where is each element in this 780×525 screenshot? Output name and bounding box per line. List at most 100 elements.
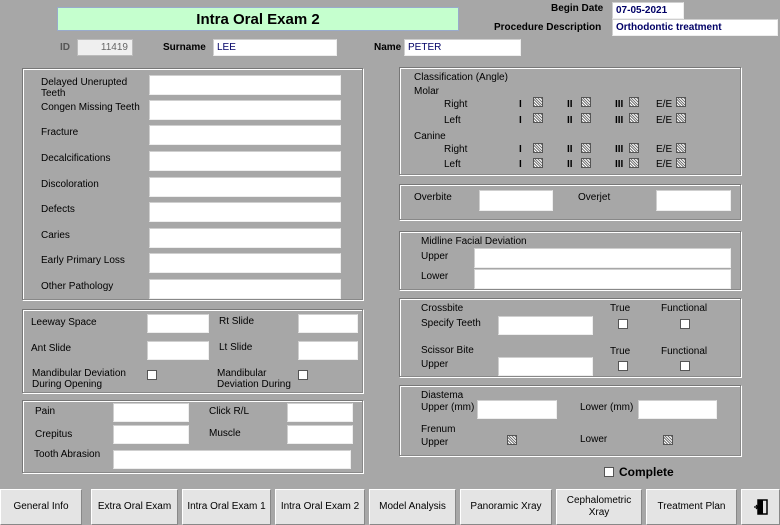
midline-lower-input[interactable] xyxy=(474,269,731,289)
procedure-label: Procedure Description xyxy=(494,22,602,33)
tab-general-info[interactable]: General Info xyxy=(0,489,82,525)
molar-left-class-ii-checkbox[interactable] xyxy=(581,113,591,123)
canine-right-class-ii-checkbox[interactable] xyxy=(581,143,591,153)
congen-missing-input[interactable] xyxy=(149,100,341,120)
molar-left-class-iii-checkbox[interactable] xyxy=(629,113,639,123)
canine-label: Canine xyxy=(414,131,446,142)
canine-left-class-iii-checkbox[interactable] xyxy=(629,158,639,168)
diastema-upper-mm-input[interactable] xyxy=(477,400,557,419)
overjet-input[interactable] xyxy=(656,190,731,211)
canine-right-ee-checkbox[interactable] xyxy=(676,143,686,153)
discoloration-input[interactable] xyxy=(149,177,341,197)
decalcifications-input[interactable] xyxy=(149,151,341,171)
molar-right-ee: E/E xyxy=(656,99,673,110)
canine-right-class-i-checkbox[interactable] xyxy=(533,143,543,153)
frenum-lower-checkbox[interactable] xyxy=(663,435,673,445)
lt-slide-label: Lt Slide xyxy=(219,342,253,353)
diastema-lower-mm-input[interactable] xyxy=(638,400,717,419)
lt-slide-input[interactable] xyxy=(298,341,358,360)
midline-upper-input[interactable] xyxy=(474,248,731,268)
canine-right-ee: E/E xyxy=(656,144,673,155)
scissor-functional-checkbox[interactable] xyxy=(680,361,690,371)
molar-left-class-ii: II xyxy=(567,115,573,126)
caries-input[interactable] xyxy=(149,228,341,248)
muscle-label: Muscle xyxy=(209,428,241,439)
mand-deviation-opening-checkbox[interactable] xyxy=(147,370,157,380)
canine-right-class-iii-checkbox[interactable] xyxy=(629,143,639,153)
crossbite-true-label: True xyxy=(610,303,631,314)
canine-right-class-iii: III xyxy=(615,144,624,155)
specify-teeth-input[interactable] xyxy=(498,316,593,335)
crossbite-functional-checkbox[interactable] xyxy=(680,319,690,329)
exit-button[interactable] xyxy=(741,489,780,525)
crossbite-true-checkbox[interactable] xyxy=(618,319,628,329)
scissor-true-checkbox[interactable] xyxy=(618,361,628,371)
tab-model-analysis[interactable]: Model Analysis xyxy=(369,489,456,525)
molar-left-ee-checkbox[interactable] xyxy=(676,113,686,123)
field-label-defects: Defects xyxy=(41,204,75,215)
page-title: Intra Oral Exam 2 xyxy=(57,7,459,31)
molar-right-class-i-checkbox[interactable] xyxy=(533,97,543,107)
crepitus-input[interactable] xyxy=(113,425,189,444)
tab-cephalometric-xray[interactable]: Cephalometric Xray xyxy=(556,489,642,525)
begin-date-field[interactable]: 07-05-2021 xyxy=(612,2,684,19)
canine-left-class-i-checkbox[interactable] xyxy=(533,158,543,168)
diastema-title: Diastema xyxy=(421,390,464,401)
crossbite-label: Crossbite xyxy=(421,303,464,314)
canine-left-label: Left xyxy=(444,159,461,170)
canine-left-ee-checkbox[interactable] xyxy=(676,158,686,168)
overbite-label: Overbite xyxy=(414,192,452,203)
molar-right-label: Right xyxy=(444,99,468,110)
other-pathology-input[interactable] xyxy=(149,279,341,299)
frenum-upper-checkbox[interactable] xyxy=(507,435,517,445)
frenum-lower-label: Lower xyxy=(580,434,608,445)
rt-slide-input[interactable] xyxy=(298,314,358,333)
tab-extra-oral-exam[interactable]: Extra Oral Exam xyxy=(91,489,178,525)
id-field[interactable]: 11419 xyxy=(77,39,133,56)
fracture-input[interactable] xyxy=(149,125,341,145)
molar-left-class-i: I xyxy=(519,115,522,126)
surname-field[interactable]: LEE xyxy=(213,39,337,56)
tooth-abrasion-input[interactable] xyxy=(113,450,351,469)
crepitus-label: Crepitus xyxy=(35,429,73,440)
frenum-upper-label: Upper xyxy=(421,437,449,448)
leeway-space-input[interactable] xyxy=(147,314,209,333)
midline-lower-label: Lower xyxy=(421,271,449,282)
molar-right-ee-checkbox[interactable] xyxy=(676,97,686,107)
mand-deviation-during-checkbox[interactable] xyxy=(298,370,308,380)
muscle-input[interactable] xyxy=(287,425,353,444)
scissor-upper-input[interactable] xyxy=(498,357,593,376)
tab-intra-oral-exam-2[interactable]: Intra Oral Exam 2 xyxy=(275,489,365,525)
procedure-field[interactable]: Orthodontic treatment xyxy=(612,19,778,36)
name-field[interactable]: PETER xyxy=(404,39,521,56)
mand-deviation-opening-label: Mandibular Deviation During Opening xyxy=(32,368,126,390)
molar-right-class-ii-checkbox[interactable] xyxy=(581,97,591,107)
tab-intra-oral-exam-1[interactable]: Intra Oral Exam 1 xyxy=(182,489,271,525)
early-primary-loss-input[interactable] xyxy=(149,253,341,273)
scissor-bite-label: Scissor Bite xyxy=(421,345,474,356)
id-label: ID xyxy=(60,42,70,53)
tab-panoramic-xray[interactable]: Panoramic Xray xyxy=(460,489,552,525)
field-label-caries: Caries xyxy=(41,230,70,241)
delayed-unerupted-input[interactable] xyxy=(149,75,341,95)
click-rl-input[interactable] xyxy=(287,403,353,422)
specify-teeth-label: Specify Teeth xyxy=(421,318,481,329)
molar-left-class-i-checkbox[interactable] xyxy=(533,113,543,123)
field-label-congen-missing: Congen Missing Teeth xyxy=(41,102,140,113)
pain-input[interactable] xyxy=(113,403,189,422)
molar-right-class-i: I xyxy=(519,99,522,110)
field-label-fracture: Fracture xyxy=(41,127,79,138)
tab-bar: General Info Extra Oral Exam Intra Oral … xyxy=(0,489,780,525)
diastema-lower-mm-label: Lower (mm) xyxy=(580,402,634,413)
field-label-early-primary-loss: Early Primary Loss xyxy=(41,255,125,266)
defects-input[interactable] xyxy=(149,202,341,222)
ant-slide-input[interactable] xyxy=(147,341,209,360)
field-label-other-pathology: Other Pathology xyxy=(41,281,114,292)
tab-treatment-plan[interactable]: Treatment Plan xyxy=(646,489,737,525)
canine-left-class-ii-checkbox[interactable] xyxy=(581,158,591,168)
mand-deviation-during-label: Mandibular Deviation During xyxy=(217,368,291,390)
overbite-input[interactable] xyxy=(479,190,553,211)
overjet-label: Overjet xyxy=(578,192,611,203)
complete-checkbox[interactable] xyxy=(604,467,614,477)
molar-right-class-iii-checkbox[interactable] xyxy=(629,97,639,107)
